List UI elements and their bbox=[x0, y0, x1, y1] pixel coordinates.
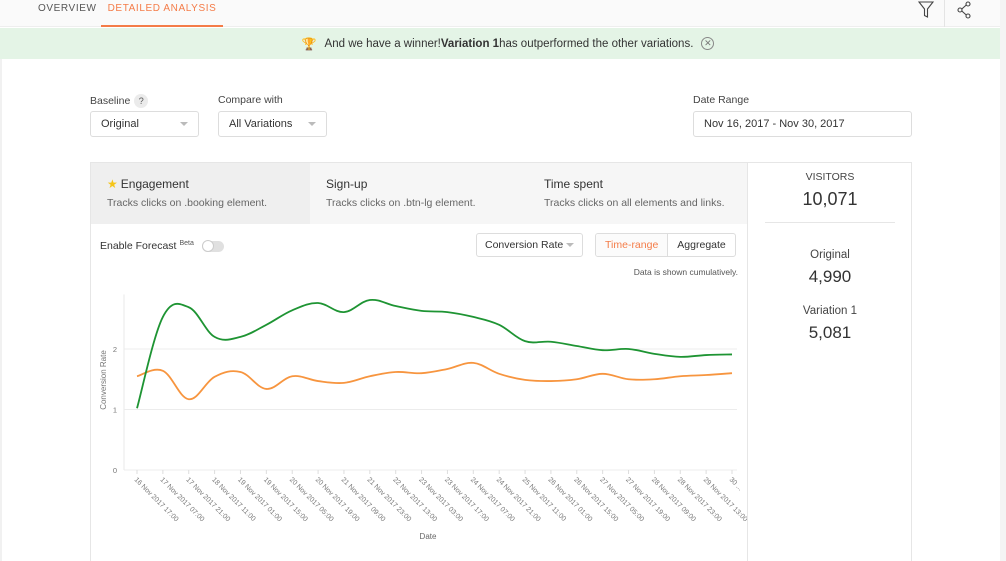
x-tick-label: 19 Nov 2017 01:00 bbox=[236, 476, 283, 523]
x-tick-label: 27 Nov 2017 19:00 bbox=[624, 476, 671, 523]
banner-suffix: has outperformed the other variations. bbox=[499, 37, 694, 50]
y-tick-label: 2 bbox=[113, 345, 117, 354]
top-nav: OVERVIEW DETAILED ANALYSIS bbox=[0, 0, 1006, 27]
x-tick-label: 20 Nov 2017 19:00 bbox=[314, 476, 361, 523]
x-tick-label: 24 Nov 2017 07:00 bbox=[469, 476, 516, 523]
baseline-select[interactable]: Original bbox=[90, 111, 199, 137]
trophy-icon: 🏆 bbox=[301, 36, 317, 51]
share-button[interactable] bbox=[944, 0, 982, 27]
visitors-total: 10,071 bbox=[802, 189, 858, 209]
banner-winner: Variation 1 bbox=[440, 37, 500, 50]
help-icon[interactable]: ? bbox=[134, 94, 149, 108]
variation-name: Original bbox=[810, 249, 850, 261]
visitors-label: VISITORS bbox=[805, 171, 855, 183]
filter-button[interactable] bbox=[910, 0, 942, 27]
x-tick-label: 26 Nov 2017 15:00 bbox=[572, 476, 619, 523]
x-tick-label: 27 Nov 2017 05:00 bbox=[598, 476, 645, 523]
baseline-select-value: Original bbox=[101, 118, 139, 130]
x-tick-label: 21 Nov 2017 09:00 bbox=[340, 476, 387, 523]
x-tick-label: 18 Nov 2017 11:00 bbox=[210, 476, 256, 522]
baseline-label-text: Baseline bbox=[90, 95, 131, 107]
y-tick-label: 0 bbox=[113, 466, 117, 475]
variation-name: Variation 1 bbox=[802, 305, 858, 317]
visitors-panel: VISITORS 10,071 Original 4,990 Variation… bbox=[747, 163, 912, 561]
series-line-variation-1[interactable] bbox=[136, 298, 733, 409]
variation-visitors: 5,081 bbox=[808, 323, 852, 342]
conversion-chart: 0 1 2 16 Nov 2017 17:0017 Nov 2017 07:0017… bbox=[99, 294, 747, 541]
x-tick-label: 28 Nov 2017 23:00 bbox=[676, 476, 723, 523]
goals-card: ★ Engagement Tracks clicks on .booking el… bbox=[90, 162, 912, 561]
divider bbox=[765, 222, 895, 223]
y-tick-label: 1 bbox=[113, 406, 117, 415]
tab-overview[interactable]: OVERVIEW bbox=[38, 0, 97, 27]
x-tick-label: 22 Nov 2017 13:00 bbox=[391, 476, 438, 523]
compare-label: Compare with bbox=[218, 94, 283, 106]
variation-visitors: 4,990 bbox=[808, 267, 852, 286]
x-tick-label: 30 ... bbox=[728, 476, 744, 492]
baseline-label: Baseline? bbox=[90, 94, 149, 108]
date-range-label: Date Range bbox=[693, 94, 750, 106]
x-tick-label: 24 Nov 2017 21:00 bbox=[495, 476, 542, 523]
x-tick-label: 20 Nov 2017 05:00 bbox=[288, 476, 335, 523]
series-line-original[interactable] bbox=[136, 361, 733, 401]
x-tick-label: 25 Nov 2017 11:00 bbox=[521, 476, 567, 522]
scroll-gutter bbox=[1000, 0, 1006, 561]
compare-select-value: All Variations bbox=[229, 118, 293, 130]
compare-select[interactable]: All Variations bbox=[218, 111, 327, 137]
x-tick-label: 16 Nov 2017 17:00 bbox=[133, 476, 180, 523]
page-border bbox=[0, 59, 2, 561]
x-tick-label: 26 Nov 2017 01:00 bbox=[546, 476, 593, 523]
x-tick-label: 23 Nov 2017 03:00 bbox=[417, 476, 464, 523]
chevron-down-icon bbox=[180, 122, 188, 126]
tab-detailed-analysis[interactable]: DETAILED ANALYSIS bbox=[101, 0, 223, 27]
filter-icon bbox=[918, 1, 934, 18]
x-tick-label: 17 Nov 2017 07:00 bbox=[158, 476, 205, 523]
x-tick-label: 17 Nov 2017 21:00 bbox=[184, 476, 231, 523]
x-tick-label: 19 Nov 2017 15:00 bbox=[262, 476, 309, 523]
x-tick-label: 28 Nov 2017 09:00 bbox=[650, 476, 697, 523]
x-tick-label: 21 Nov 2017 23:00 bbox=[365, 476, 412, 523]
winner-banner: 🏆 And we have a winner! Variation 1 has … bbox=[0, 28, 1000, 59]
close-circle-icon[interactable]: ✕ bbox=[701, 37, 715, 50]
y-axis-label: Conversion Rate bbox=[99, 350, 108, 410]
date-range-input[interactable]: Nov 16, 2017 - Nov 30, 2017 bbox=[693, 111, 912, 137]
x-axis-label: Date bbox=[420, 532, 437, 541]
chevron-down-icon bbox=[308, 122, 316, 126]
date-range-value: Nov 16, 2017 - Nov 30, 2017 bbox=[704, 118, 845, 130]
x-tick-label: 23 Nov 2017 17:00 bbox=[443, 476, 490, 523]
share-icon bbox=[956, 1, 971, 19]
banner-prefix: And we have a winner! bbox=[324, 37, 441, 50]
